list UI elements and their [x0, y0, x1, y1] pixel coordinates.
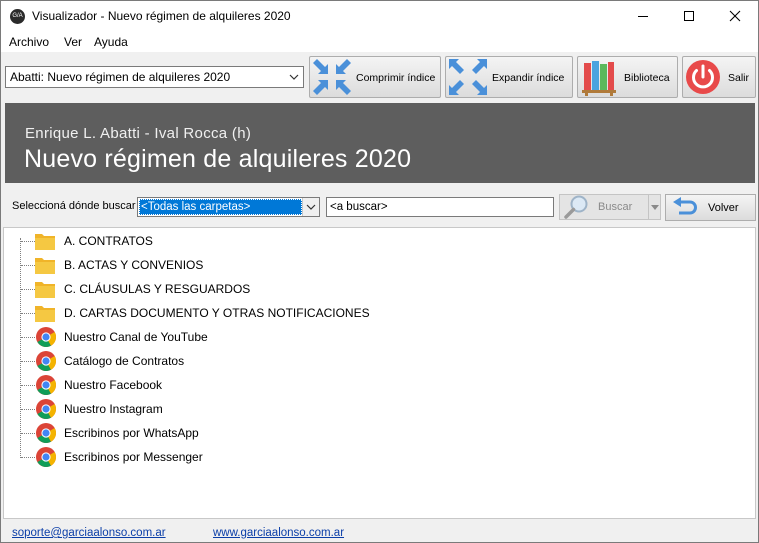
exit-button[interactable]: Salir: [682, 56, 756, 98]
expand-arrows-icon: [449, 59, 487, 95]
tree-item[interactable]: Escribinos por WhatsApp: [4, 421, 744, 445]
tree-item-label: B. ACTAS Y CONVENIOS: [64, 258, 204, 272]
folder-icon: [34, 279, 56, 299]
tree-item-label: Catálogo de Contratos: [64, 354, 185, 368]
collapse-index-button[interactable]: Comprimir índice: [309, 56, 441, 98]
tree-connector: [21, 289, 35, 290]
tree-item[interactable]: Nuestro Canal de YouTube: [4, 325, 744, 349]
book-authors: Enrique L. Abatti - Ival Rocca (h): [25, 125, 252, 142]
footer: soporte@garciaalonso.com.ar www.garciaal…: [1, 521, 758, 542]
tree-item[interactable]: D. CARTAS DOCUMENTO Y OTRAS NOTIFICACION…: [4, 301, 744, 325]
search-scope-label: Seleccioná dónde buscar: [12, 200, 136, 212]
tree-item[interactable]: Catálogo de Contratos: [4, 349, 744, 373]
book-banner: Enrique L. Abatti - Ival Rocca (h) Nuevo…: [5, 103, 755, 183]
tree-item-label: Escribinos por WhatsApp: [64, 426, 199, 440]
collapse-index-label: Comprimir índice: [356, 72, 436, 84]
magnifier-icon: [564, 195, 588, 219]
close-button[interactable]: [712, 1, 758, 31]
chrome-icon: [35, 446, 57, 468]
tree-connector: [21, 265, 35, 266]
back-button-label: Volver: [708, 202, 739, 214]
window-title: Visualizador - Nuevo régimen de alquiler…: [32, 9, 291, 23]
tree-item-label: C. CLÁUSULAS Y RESGUARDOS: [64, 282, 251, 296]
chevron-down-icon: [306, 204, 316, 210]
exit-label: Salir: [728, 72, 750, 84]
tree-item[interactable]: B. ACTAS Y CONVENIOS: [4, 253, 744, 277]
back-button[interactable]: Volver: [665, 194, 756, 221]
chrome-icon: [35, 350, 57, 372]
folder-icon: [34, 303, 56, 323]
support-email-link[interactable]: soporte@garciaalonso.com.ar: [12, 527, 166, 539]
book-select[interactable]: Abatti: Nuevo régimen de alquileres 2020: [5, 66, 304, 88]
library-button[interactable]: Biblioteca: [577, 56, 678, 98]
chevron-down-icon: [289, 74, 299, 80]
tree-item-label: Nuestro Facebook: [64, 378, 163, 392]
folder-select-value: <Todas las carpetas>: [139, 199, 302, 215]
book-title: Nuevo régimen de alquileres 2020: [24, 145, 412, 173]
search-input[interactable]: [326, 197, 554, 217]
folder-select-dropdown[interactable]: [302, 198, 319, 216]
tree-item-label: A. CONTRATOS: [64, 234, 153, 248]
collapse-arrows-icon: [313, 59, 351, 95]
website-link[interactable]: www.garciaalonso.com.ar: [213, 527, 344, 539]
expand-index-label: Expandir índice: [492, 72, 565, 84]
expand-index-button[interactable]: Expandir índice: [445, 56, 573, 98]
chrome-icon: [35, 398, 57, 420]
app-logo-icon: G/A: [10, 9, 25, 24]
close-icon: [729, 10, 741, 22]
search-options-dropdown[interactable]: [648, 194, 661, 220]
menu-archivo[interactable]: Archivo: [9, 35, 49, 49]
tree-item-label: Nuestro Canal de YouTube: [64, 330, 208, 344]
tree-item[interactable]: A. CONTRATOS: [4, 229, 744, 253]
back-arrow-icon: [673, 197, 697, 215]
menu-ver[interactable]: Ver: [64, 35, 82, 49]
tree-connector: [21, 361, 35, 362]
tree-connector: [21, 313, 35, 314]
app-window: G/A Visualizador - Nuevo régimen de alqu…: [0, 0, 759, 543]
library-label: Biblioteca: [624, 72, 670, 84]
search-button[interactable]: Buscar: [559, 194, 649, 220]
index-tree[interactable]: A. CONTRATOS B. ACTAS Y CONVENIOS C. CLÁUS…: [3, 227, 756, 519]
toolbar: Abatti: Nuevo régimen de alquileres 2020…: [1, 52, 758, 102]
tree-item-label: Escribinos por Messenger: [64, 450, 203, 464]
tree-connector: [21, 457, 35, 458]
tree-item-label: D. CARTAS DOCUMENTO Y OTRAS NOTIFICACION…: [64, 306, 370, 320]
tree-item[interactable]: C. CLÁUSULAS Y RESGUARDOS: [4, 277, 744, 301]
folder-icon: [34, 255, 56, 275]
tree-item[interactable]: Escribinos por Messenger: [4, 445, 744, 469]
folder-icon: [34, 231, 56, 251]
tree-connector: [21, 385, 35, 386]
caret-down-icon: [651, 205, 659, 210]
tree-item[interactable]: Nuestro Instagram: [4, 397, 744, 421]
search-bar: Seleccioná dónde buscar <Todas las carpe…: [1, 189, 758, 227]
books-icon: [582, 61, 616, 96]
minimize-icon: [638, 16, 648, 17]
folder-select[interactable]: <Todas las carpetas>: [137, 197, 320, 217]
menu-ayuda[interactable]: Ayuda: [94, 35, 128, 49]
title-bar[interactable]: G/A Visualizador - Nuevo régimen de alqu…: [1, 1, 758, 32]
power-icon: [686, 60, 720, 94]
maximize-icon: [684, 11, 694, 21]
tree-item-label: Nuestro Instagram: [64, 402, 163, 416]
tree-connector: [21, 433, 35, 434]
chrome-icon: [35, 422, 57, 444]
search-button-label: Buscar: [598, 201, 633, 213]
maximize-button[interactable]: [666, 1, 712, 31]
tree-item[interactable]: Nuestro Facebook: [4, 373, 744, 397]
book-select-value: Abatti: Nuevo régimen de alquileres 2020: [10, 70, 231, 84]
tree-connector: [21, 409, 35, 410]
menu-bar: Archivo Ver Ayuda: [1, 32, 758, 52]
chrome-icon: [35, 374, 57, 396]
tree-connector: [21, 337, 35, 338]
minimize-button[interactable]: [620, 1, 666, 31]
tree-connector: [21, 241, 35, 242]
chrome-icon: [35, 326, 57, 348]
